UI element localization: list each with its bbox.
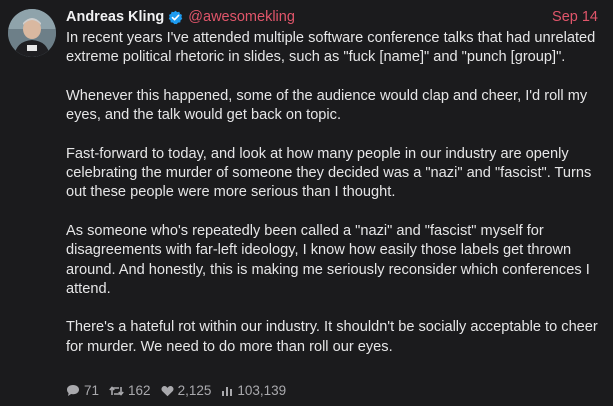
post-paragraph: Fast-forward to today, and look at how m… [66,145,592,201]
like-button[interactable]: 2,125 [161,383,212,398]
heart-icon [161,385,174,396]
post-paragraph: There's a hateful rot within our industr… [66,319,598,355]
reply-button[interactable]: 71 [66,383,99,398]
post-paragraph: As someone who's repeatedly been called … [66,222,590,298]
post-header: Andreas Kling @awesomekling Sep 14 [66,7,598,27]
post-paragraph: In recent years I've attended multiple s… [66,30,596,66]
post-paragraph: Whenever this happened, some of the audi… [66,87,588,124]
author-handle[interactable]: @awesomekling [188,9,295,25]
post-card: Andreas Kling @awesomekling Sep 14 In re… [0,0,613,406]
reply-count: 71 [84,383,100,398]
view-count: 103,139 [237,383,287,398]
post-date[interactable]: Sep 14 [552,9,598,25]
avatar[interactable] [8,9,56,57]
repost-button[interactable]: 162 [109,383,151,398]
post-body: In recent years I've attended multiple s… [66,29,601,376]
post-stats: 71 162 2,125 103,139 [66,383,296,398]
views-icon [222,386,233,396]
views-stat[interactable]: 103,139 [221,383,286,398]
repost-count: 162 [128,383,151,398]
avatar-image [8,9,56,57]
verified-badge-icon [168,10,183,25]
reply-icon [67,385,79,396]
like-count: 2,125 [177,383,212,398]
repost-icon [109,385,124,396]
author-name[interactable]: Andreas Kling [66,9,164,25]
